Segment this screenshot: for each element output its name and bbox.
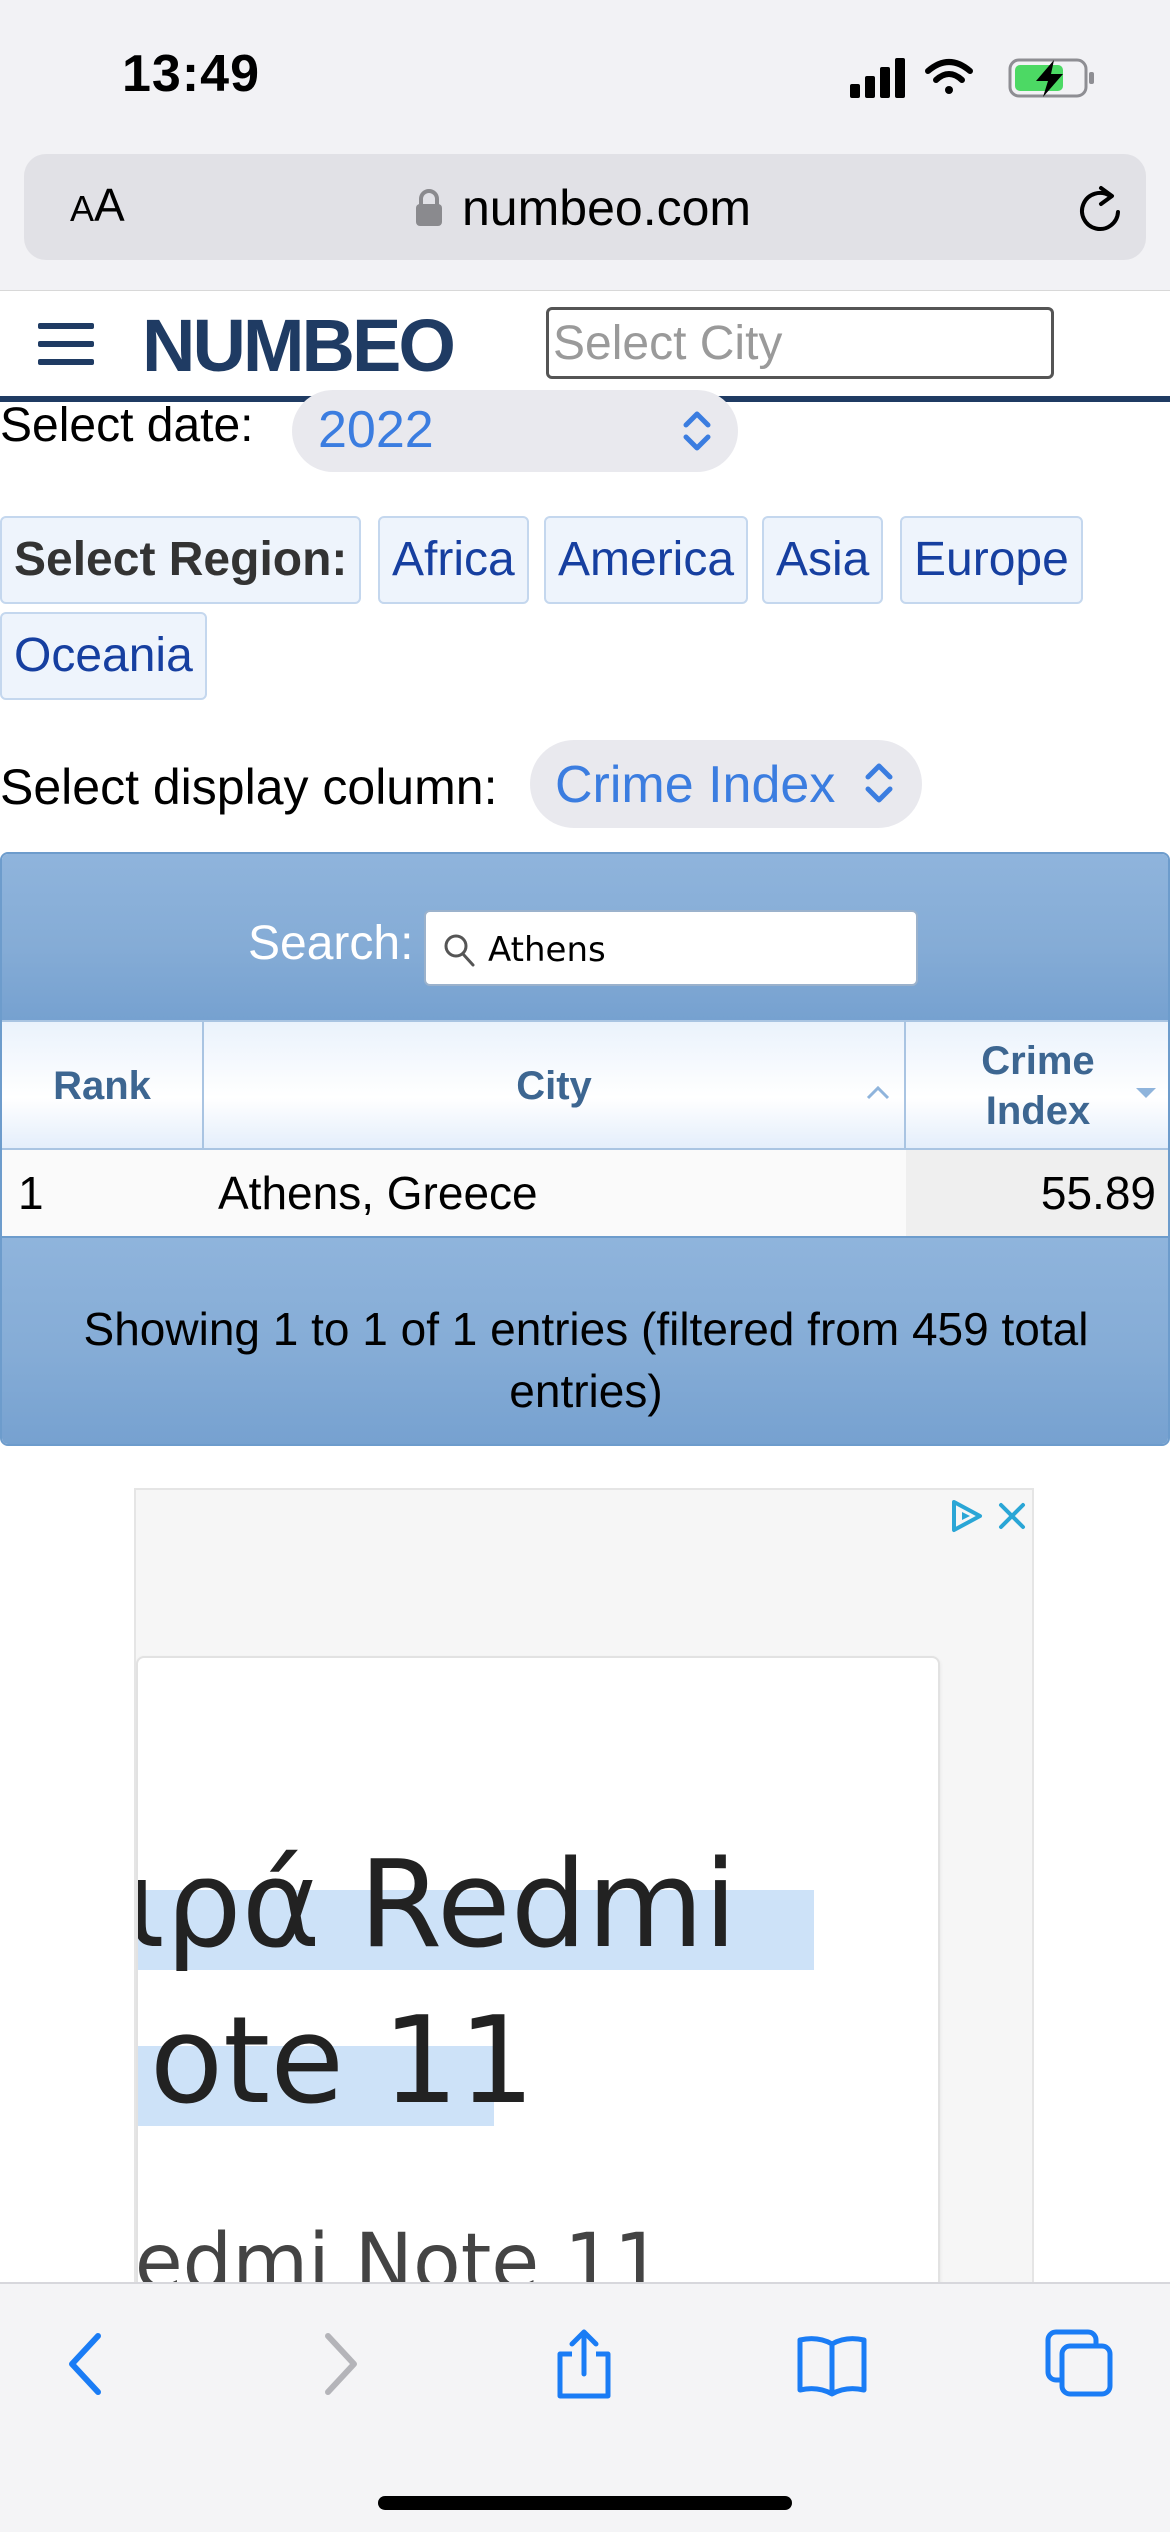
- battery-charging-icon: [1008, 58, 1094, 98]
- cellular-signal-icon: [850, 58, 905, 98]
- region-america-button[interactable]: America: [544, 516, 749, 604]
- url-text: numbeo.com: [462, 180, 752, 236]
- search-icon: [444, 934, 475, 967]
- select-city-input[interactable]: [546, 307, 1054, 379]
- display-column-value: Crime Index: [555, 756, 836, 814]
- address-bar[interactable]: A A numbeo.com: [24, 154, 1146, 260]
- bookmarks-icon[interactable]: [796, 2328, 868, 2400]
- table-info-text: Showing 1 to 1 of 1 entries (filtered fr…: [83, 1303, 1089, 1417]
- region-africa-button[interactable]: Africa: [378, 516, 529, 604]
- lock-icon: [416, 189, 442, 226]
- table-search-input[interactable]: Athens: [424, 910, 918, 986]
- status-bar: 13:49: [0, 0, 1170, 150]
- column-header-crime-index[interactable]: Crime Index: [906, 1022, 1168, 1150]
- forward-icon[interactable]: [302, 2328, 374, 2400]
- table-info-bar: Showing 1 to 1 of 1 entries (filtered fr…: [2, 1236, 1168, 1444]
- chevron-updown-icon: [865, 763, 893, 803]
- site-header: NUMBEO: [0, 290, 1170, 402]
- home-indicator: [378, 2496, 792, 2510]
- table-search-bar: Search: Athens: [2, 854, 1168, 1020]
- date-select[interactable]: 2022: [292, 390, 738, 472]
- tabs-icon[interactable]: [1044, 2328, 1116, 2400]
- cell-crime-index: 55.89: [906, 1150, 1168, 1236]
- numbeo-logo[interactable]: NUMBEO: [142, 303, 456, 388]
- text-size-button[interactable]: A A: [70, 178, 125, 238]
- ad-headline: Note 11: [138, 1992, 535, 2131]
- column-header-city[interactable]: City: [204, 1022, 906, 1150]
- status-icons: [850, 58, 1094, 98]
- chevron-updown-icon: [683, 411, 711, 451]
- search-label: Search:: [248, 917, 414, 970]
- cell-rank: 1: [18, 1167, 44, 1219]
- sort-descending-icon: [1136, 1088, 1156, 1098]
- url-display[interactable]: numbeo.com: [414, 178, 751, 238]
- browser-chrome: A A numbeo.com: [0, 150, 1170, 290]
- select-date-label: Select date:: [0, 399, 254, 452]
- table-header: Rank City Crime Index: [2, 1020, 1168, 1150]
- share-icon[interactable]: [548, 2328, 620, 2400]
- ad-choices-icon[interactable]: [948, 1498, 986, 1534]
- region-asia-button[interactable]: Asia: [762, 516, 884, 604]
- search-value: Athens: [488, 930, 606, 970]
- display-column-label: Select display column:: [0, 759, 498, 815]
- ad-headline: ειρά Redmi: [138, 1836, 738, 1975]
- hamburger-menu-icon[interactable]: [38, 323, 94, 367]
- reload-icon[interactable]: [1076, 184, 1126, 236]
- region-oceania-button[interactable]: Oceania: [0, 612, 207, 700]
- sort-ascending-icon: [866, 1086, 890, 1100]
- date-select-value: 2022: [318, 401, 434, 459]
- browser-toolbar: [0, 2282, 1170, 2532]
- select-region-label: Select Region:: [0, 516, 362, 604]
- wifi-icon: [925, 59, 973, 94]
- back-icon[interactable]: [52, 2328, 124, 2400]
- results-table: Search: Athens Rank City Crime Index 1 A…: [0, 852, 1170, 1446]
- display-column-select[interactable]: Crime Index: [530, 740, 922, 828]
- region-europe-button[interactable]: Europe: [900, 516, 1083, 604]
- cell-city: Athens, Greece: [218, 1167, 538, 1219]
- close-icon[interactable]: [996, 1500, 1028, 1532]
- table-row: 1 Athens, Greece 55.89: [2, 1150, 1168, 1236]
- column-header-rank[interactable]: Rank: [2, 1022, 204, 1150]
- status-time: 13:49: [122, 45, 260, 103]
